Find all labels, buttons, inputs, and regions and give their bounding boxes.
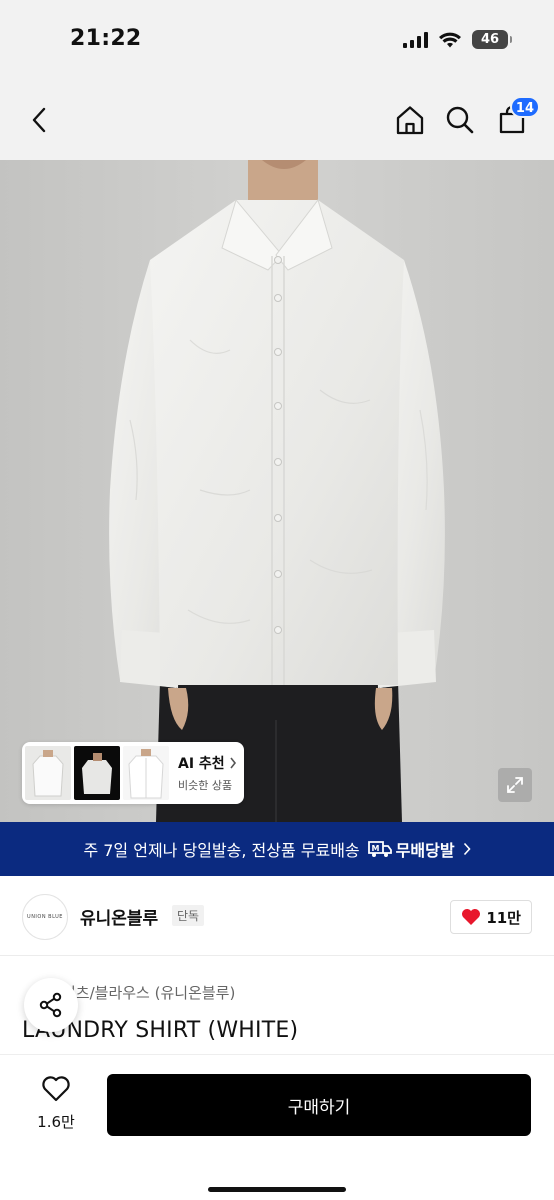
share-icon bbox=[39, 992, 62, 1018]
cart-count-badge: 14 bbox=[509, 96, 540, 118]
product-image[interactable] bbox=[0, 160, 554, 822]
expand-image-button[interactable] bbox=[498, 768, 532, 802]
buy-button[interactable]: 구매하기 bbox=[107, 1074, 531, 1136]
chevron-right-icon bbox=[230, 757, 236, 769]
ai-recommend-subtitle: 비슷한 상품 bbox=[178, 779, 233, 792]
ai-thumbnail-2 bbox=[74, 746, 120, 800]
cart-button[interactable]: 14 bbox=[492, 96, 540, 140]
search-button[interactable] bbox=[440, 100, 480, 140]
brand-like-button[interactable]: 11만 bbox=[450, 900, 532, 934]
brand-name[interactable]: 유니온블루 bbox=[80, 904, 158, 929]
home-indicator bbox=[208, 1187, 346, 1192]
ai-thumbnail-3 bbox=[123, 746, 169, 800]
wifi-icon bbox=[439, 32, 461, 47]
signal-icon bbox=[403, 31, 428, 48]
product-photo bbox=[0, 160, 554, 822]
status-time: 21:22 bbox=[70, 26, 142, 51]
truck-icon: M bbox=[367, 841, 392, 857]
share-button[interactable] bbox=[24, 978, 78, 1032]
ai-recommend-text: AI 추천 비슷한 상품 bbox=[178, 753, 237, 793]
ai-recommend-title: AI 추천 bbox=[178, 753, 237, 773]
battery-indicator: 46 bbox=[472, 30, 512, 49]
shipping-brand: M 무배당발 bbox=[367, 837, 455, 861]
search-icon bbox=[446, 106, 474, 134]
shipping-text: 주 7일 언제나 당일발송, 전상품 무료배송 bbox=[83, 841, 360, 860]
brand-like-count: 11만 bbox=[486, 908, 521, 927]
back-button[interactable] bbox=[20, 100, 60, 140]
home-icon bbox=[396, 106, 424, 135]
heart-outline-icon bbox=[42, 1076, 70, 1102]
ai-recommend-card[interactable]: AI 추천 비슷한 상품 bbox=[22, 742, 244, 804]
brand-row: UNION BLUE 유니온블루 단독 11만 bbox=[0, 876, 554, 956]
heart-icon bbox=[462, 909, 481, 925]
home-button[interactable] bbox=[390, 100, 430, 140]
status-icons: 46 bbox=[403, 30, 512, 49]
status-bar: 21:22 46 bbox=[0, 0, 554, 80]
bottom-action-bar: 1.6만 구매하기 bbox=[0, 1054, 554, 1200]
ai-thumbnail-1 bbox=[25, 746, 71, 800]
back-icon bbox=[32, 107, 46, 133]
wishlist-button[interactable]: 1.6만 bbox=[24, 1075, 88, 1132]
wishlist-count: 1.6만 bbox=[37, 1113, 75, 1131]
svg-text:M: M bbox=[371, 844, 379, 853]
nav-bar: 14 bbox=[0, 80, 554, 160]
exclusive-badge: 단독 bbox=[172, 905, 205, 926]
shipping-banner[interactable]: 주 7일 언제나 당일발송, 전상품 무료배송 M 무배당발 bbox=[0, 822, 554, 876]
brand-logo[interactable]: UNION BLUE bbox=[22, 894, 68, 940]
product-category[interactable]: 셔츠/블라우스 (유니온블루) bbox=[62, 982, 235, 1003]
expand-icon bbox=[507, 777, 523, 793]
chevron-right-icon bbox=[463, 842, 471, 856]
